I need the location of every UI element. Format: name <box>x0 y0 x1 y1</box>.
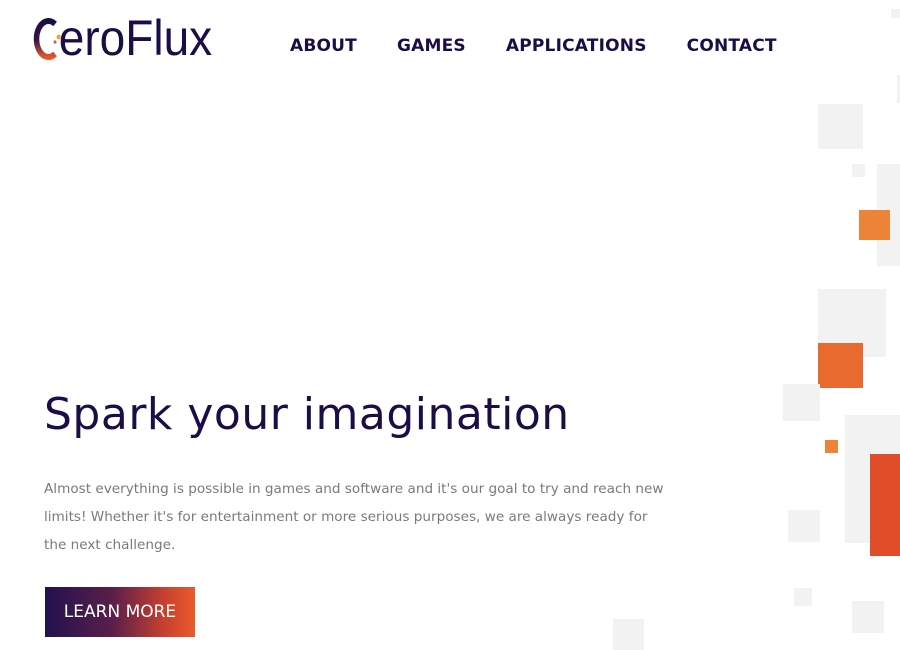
decor-square <box>870 454 900 556</box>
hero-description: Almost everything is possible in games a… <box>44 481 664 553</box>
nav-games[interactable]: GAMES <box>397 36 466 56</box>
logo-spark-icon <box>33 16 61 60</box>
decor-square <box>852 601 884 633</box>
decor-square <box>852 164 865 177</box>
decor-square <box>818 104 863 149</box>
decor-square <box>783 384 820 421</box>
main-nav: ABOUT GAMES APPLICATIONS CONTACT <box>290 36 817 56</box>
nav-about[interactable]: ABOUT <box>290 36 357 56</box>
decor-square <box>818 343 863 388</box>
nav-applications[interactable]: APPLICATIONS <box>506 36 647 56</box>
decor-square <box>794 588 812 606</box>
decor-square <box>859 210 890 240</box>
brand-logo[interactable]: eroFlux <box>33 10 212 66</box>
hero-title: Spark your imagination <box>44 389 570 440</box>
nav-contact[interactable]: CONTACT <box>687 36 777 56</box>
decor-square <box>788 510 820 542</box>
decor-square <box>613 619 644 650</box>
page: eroFlux ABOUT GAMES APPLICATIONS CONTACT… <box>0 0 900 650</box>
decor-square <box>891 9 900 18</box>
brand-name: eroFlux <box>58 10 213 66</box>
learn-more-button[interactable]: LEARN MORE <box>45 587 195 637</box>
decor-square <box>825 440 838 453</box>
